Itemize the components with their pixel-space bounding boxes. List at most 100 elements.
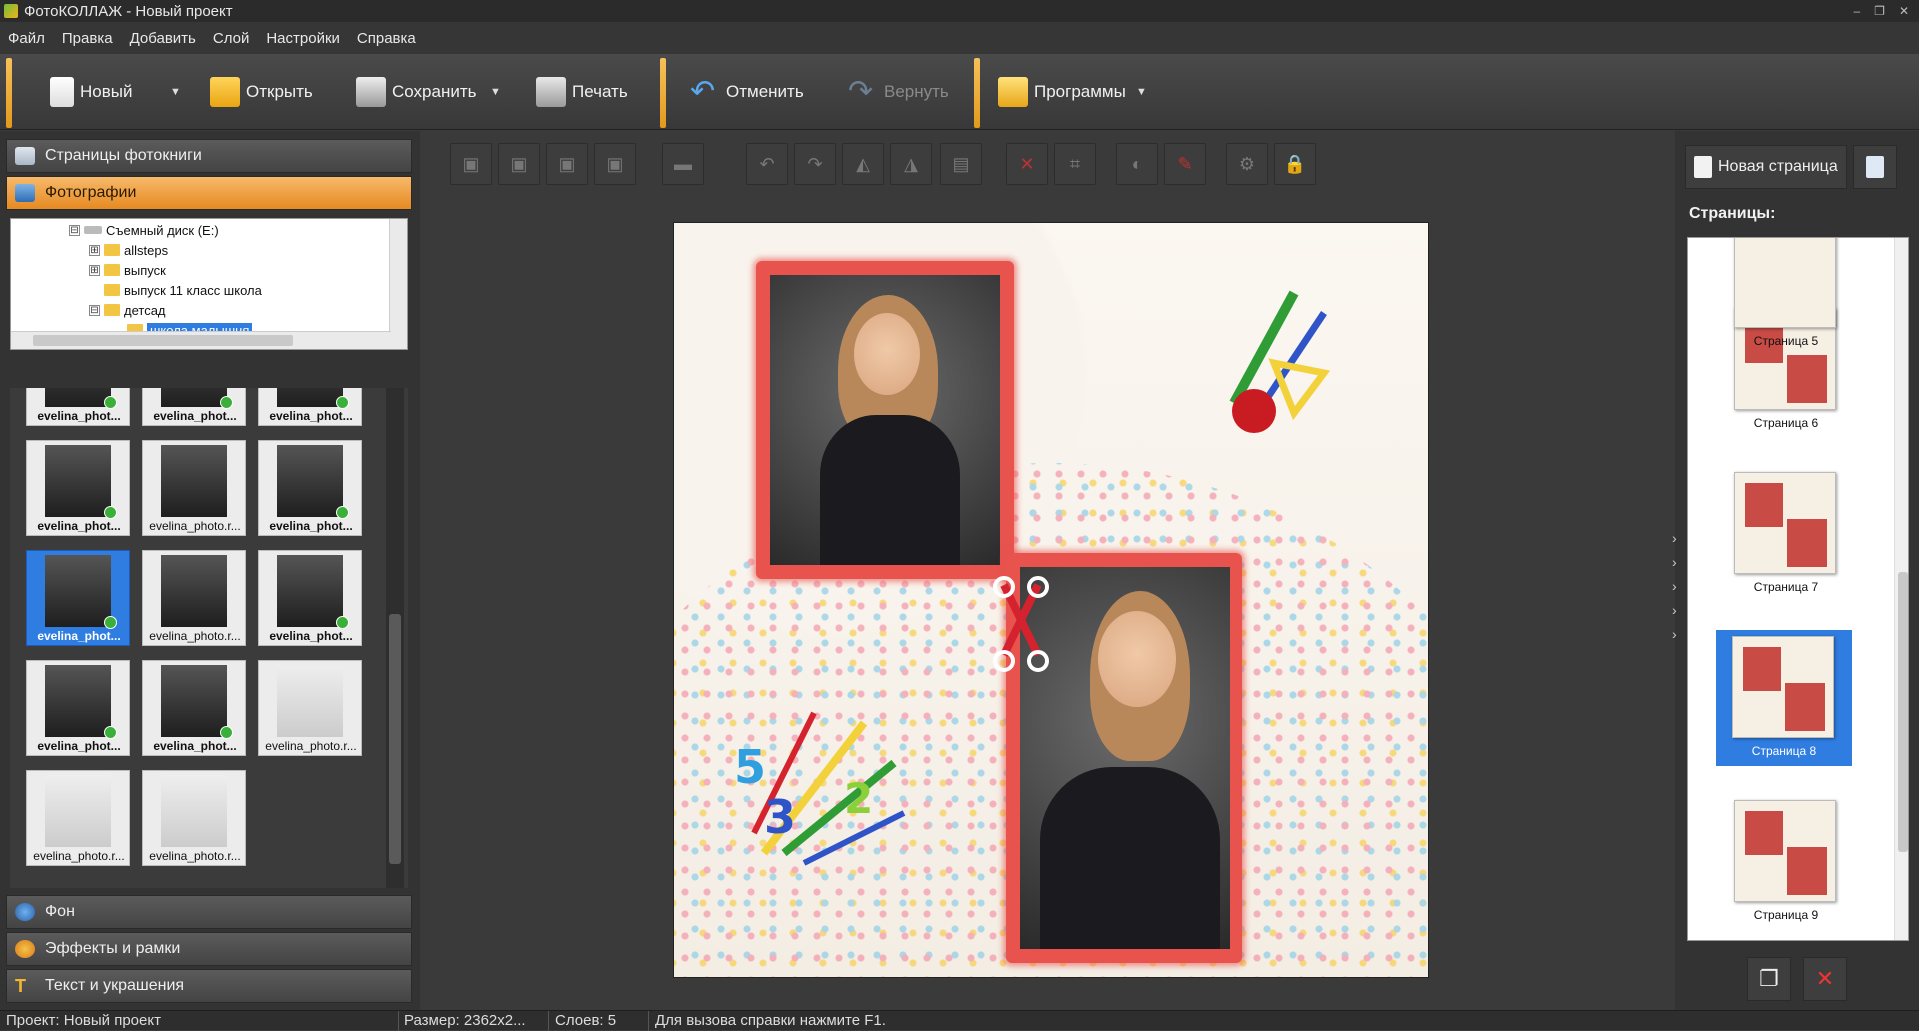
section-background[interactable]: Фон xyxy=(6,895,412,929)
redo-button[interactable]: ↷ Вернуть xyxy=(848,72,949,112)
effects-button[interactable]: ◐ xyxy=(1116,143,1158,185)
page-thumbnail[interactable]: Страница 5 xyxy=(1718,238,1854,356)
save-dropdown-caret[interactable]: ▼ xyxy=(490,86,501,98)
mini-frame xyxy=(1787,847,1827,895)
photo-thumbnail[interactable]: evelina_phot... xyxy=(142,660,246,756)
collage-page[interactable]: 5 3 2 xyxy=(673,222,1429,978)
settings-button[interactable]: ⚙ xyxy=(1226,143,1268,185)
chevron-right-icon[interactable]: › xyxy=(1672,530,1677,546)
photo-thumbnail[interactable]: evelina_phot... xyxy=(258,440,362,536)
photo-thumbnail[interactable]: evelina_phot... xyxy=(26,440,130,536)
photo-thumbnail[interactable]: evelina_photo.r... xyxy=(142,440,246,536)
school-supplies-sticker[interactable]: 5 3 2 xyxy=(724,703,914,873)
send-backward-button[interactable]: ▣ xyxy=(594,143,636,185)
duplicate-page-button[interactable]: ❐ xyxy=(1747,957,1791,1001)
programs-button[interactable]: Программы xyxy=(998,72,1126,112)
rotate-right-button[interactable]: ↷ xyxy=(794,143,836,185)
globe-icon xyxy=(15,903,35,921)
align-button[interactable]: ▬ xyxy=(662,143,704,185)
pages-scrollbar[interactable] xyxy=(1894,238,1908,940)
photo-thumbnail[interactable]: evelina_photo.r... xyxy=(26,770,130,866)
tree-node[interactable]: ⊞ allsteps xyxy=(89,241,168,259)
status-size: Размер: 2362x2... xyxy=(404,1012,526,1029)
thumbnail-image xyxy=(45,555,111,627)
maximize-icon[interactable]: ❐ xyxy=(1874,4,1885,18)
page-thumbnail[interactable]: Страница 8 xyxy=(1716,630,1852,766)
save-button[interactable]: Сохранить xyxy=(356,72,476,112)
section-photos[interactable]: Фотографии xyxy=(6,176,412,210)
bring-forward-button[interactable]: ▣ xyxy=(546,143,588,185)
photo-thumbnail[interactable]: evelina_phot... xyxy=(26,660,130,756)
flip-vertical-button[interactable]: ◮ xyxy=(890,143,932,185)
tree-horizontal-scrollbar[interactable] xyxy=(11,331,391,349)
edit-photo-button[interactable]: ✎ xyxy=(1164,143,1206,185)
menu-help[interactable]: Справка xyxy=(357,30,416,47)
photo-thumbnail[interactable]: evelina_phot... xyxy=(142,388,246,426)
copy-icon: ❐ xyxy=(1759,966,1779,991)
photo-frame-1[interactable] xyxy=(756,261,1014,579)
section-photobook-pages[interactable]: Страницы фотокниги xyxy=(6,139,412,173)
photo-thumbnail[interactable]: evelina_phot... xyxy=(258,550,362,646)
programs-dropdown-caret[interactable]: ▼ xyxy=(1136,86,1147,98)
folder-tree[interactable]: ⊟ Съемный диск (E:) ⊞ allsteps ⊞ выпуск … xyxy=(10,218,408,350)
lock-button[interactable]: 🔒 xyxy=(1274,143,1316,185)
photo-girl-1[interactable] xyxy=(770,275,1000,565)
scissors-sticker[interactable] xyxy=(992,575,1052,675)
layout-button[interactable]: ▤ xyxy=(940,143,982,185)
tree-node[interactable]: ⊟ Съемный диск (E:) xyxy=(69,221,219,239)
tree-node[interactable]: выпуск 11 класс школа xyxy=(104,281,262,299)
bring-forward-icon: ▣ xyxy=(558,153,576,174)
collapse-icon[interactable]: ⊟ xyxy=(89,304,100,316)
photo-thumbnail[interactable]: evelina_photo.r... xyxy=(258,660,362,756)
chevron-right-icon[interactable]: › xyxy=(1672,578,1677,594)
tree-node[interactable]: ⊞ выпуск xyxy=(89,261,166,279)
menu-settings[interactable]: Настройки xyxy=(266,30,340,47)
expand-icon[interactable]: ⊞ xyxy=(89,244,100,256)
photo-thumbnail[interactable]: evelina_phot... xyxy=(26,388,130,426)
rotate-left-button[interactable]: ↶ xyxy=(746,143,788,185)
bring-front-button[interactable]: ▣ xyxy=(450,143,492,185)
minimize-icon[interactable]: – xyxy=(1853,4,1860,18)
photo-thumbnail[interactable]: evelina_phot... xyxy=(258,388,362,426)
section-effects-frames[interactable]: Эффекты и рамки xyxy=(6,932,412,966)
menu-layer[interactable]: Слой xyxy=(213,30,249,47)
scrollbar-thumb[interactable] xyxy=(1898,572,1908,852)
menu-edit[interactable]: Правка xyxy=(62,30,113,47)
chevron-right-icon[interactable]: › xyxy=(1672,626,1677,642)
flip-horizontal-button[interactable]: ◭ xyxy=(842,143,884,185)
photo-thumbnail[interactable]: evelina_photo.r... xyxy=(142,550,246,646)
scrollbar-thumb[interactable] xyxy=(33,335,293,346)
page-thumbnail[interactable]: Страница 9 xyxy=(1718,794,1854,930)
book-icon xyxy=(15,147,35,165)
chevron-right-icon[interactable]: › xyxy=(1672,554,1677,570)
new-dropdown-caret[interactable]: ▼ xyxy=(170,86,181,98)
collapse-icon[interactable]: ⊟ xyxy=(69,224,80,236)
chevron-right-icon[interactable]: › xyxy=(1672,602,1677,618)
open-button[interactable]: Открыть xyxy=(210,72,313,112)
thumbnails-scrollbar[interactable] xyxy=(386,388,404,888)
photo-thumbnail[interactable]: evelina_photo.r... xyxy=(142,770,246,866)
print-button[interactable]: Печать xyxy=(536,72,628,112)
new-button[interactable]: Новый xyxy=(50,72,132,112)
tree-vertical-scrollbar[interactable] xyxy=(389,219,407,349)
section-text-decorations[interactable]: T Текст и украшения xyxy=(6,969,412,1003)
crop-button[interactable]: ⌗ xyxy=(1054,143,1096,185)
collapse-panel-chevrons[interactable]: › › › › › xyxy=(1672,530,1677,642)
send-back-button[interactable]: ▣ xyxy=(498,143,540,185)
close-icon[interactable]: ✕ xyxy=(1899,4,1909,18)
menu-add[interactable]: Добавить xyxy=(130,30,196,47)
undo-button[interactable]: ↶ Отменить xyxy=(690,72,804,112)
page-thumbnail[interactable]: Страница 7 xyxy=(1718,466,1854,602)
delete-page-button[interactable]: ✕ xyxy=(1803,957,1847,1001)
gift-box-icon xyxy=(998,77,1028,107)
delete-button[interactable]: ✕ xyxy=(1006,143,1048,185)
pencils-sticker[interactable] xyxy=(1214,283,1344,443)
scrollbar-thumb[interactable] xyxy=(389,614,401,864)
page-settings-button[interactable] xyxy=(1853,145,1897,189)
new-page-button[interactable]: Новая страница xyxy=(1685,145,1847,189)
tree-node[interactable]: ⊟ детсад xyxy=(89,301,166,319)
photo-thumbnail[interactable]: evelina_phot... xyxy=(26,550,130,646)
expand-icon[interactable]: ⊞ xyxy=(89,264,100,276)
thumbnail-caption: evelina_photo.r... xyxy=(149,849,241,863)
menu-file[interactable]: Файл xyxy=(8,30,45,47)
